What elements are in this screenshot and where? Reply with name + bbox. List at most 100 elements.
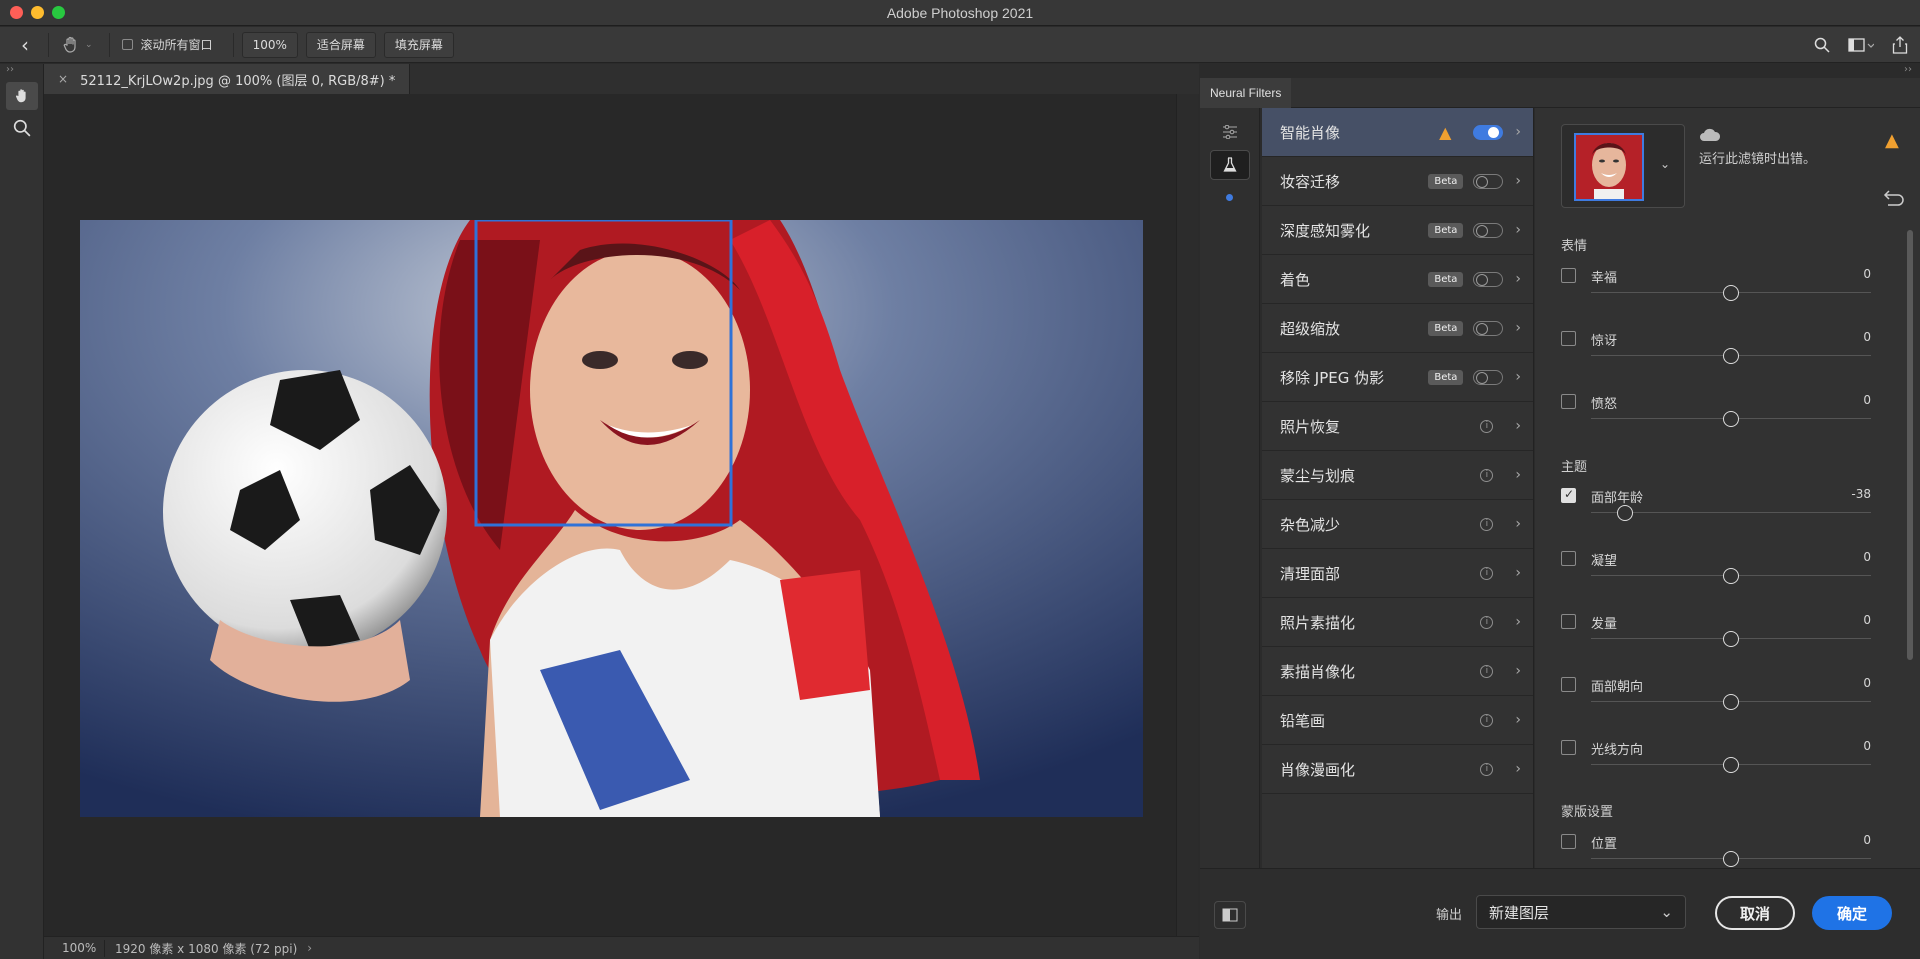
chevron-right-icon[interactable]: › xyxy=(1515,516,1521,532)
slider-knob[interactable] xyxy=(1723,631,1739,647)
chevron-right-icon[interactable]: › xyxy=(1515,565,1521,581)
chevron-right-icon[interactable]: › xyxy=(1515,369,1521,385)
filter-item-face-cleanup[interactable]: 清理面部 i › xyxy=(1262,549,1533,598)
chevron-right-icon[interactable]: › xyxy=(1515,418,1521,434)
slider-knob[interactable] xyxy=(1723,348,1739,364)
collapse-panel-icon[interactable]: ›› xyxy=(1904,64,1912,75)
chevron-right-icon[interactable]: › xyxy=(1515,614,1521,630)
slider-checkbox[interactable] xyxy=(1561,551,1576,566)
canvas-vertical-scrollbar[interactable] xyxy=(1176,94,1198,936)
face-selector[interactable]: ⌄ xyxy=(1561,124,1685,208)
slider-label: 光线方向 xyxy=(1591,743,1644,758)
zoom-tool-icon[interactable] xyxy=(6,114,38,142)
filter-item-dust-scratches[interactable]: 蒙尘与划痕 i › xyxy=(1262,451,1533,500)
search-icon[interactable] xyxy=(1814,37,1830,53)
hand-tool-icon[interactable] xyxy=(5,82,38,110)
info-icon[interactable]: i xyxy=(1480,517,1494,531)
checkbox-box[interactable] xyxy=(121,39,133,50)
filter-item-noise-reduction[interactable]: 杂色减少 i › xyxy=(1262,500,1533,549)
filter-item-pencil-artwork[interactable]: 铅笔画 i › xyxy=(1262,696,1533,745)
chevron-right-icon[interactable]: › xyxy=(1515,124,1521,140)
face-thumbnail[interactable] xyxy=(1574,133,1644,201)
filter-item-super-zoom[interactable]: 超级缩放 Beta › xyxy=(1262,304,1533,353)
slider-knob[interactable] xyxy=(1723,757,1739,773)
slider-checkbox[interactable] xyxy=(1561,740,1576,755)
slider-knob[interactable] xyxy=(1723,285,1739,301)
slider-checkbox[interactable] xyxy=(1561,487,1576,503)
slider-knob[interactable] xyxy=(1723,851,1739,867)
filter-toggle[interactable] xyxy=(1473,271,1504,287)
filter-item-sketch-to-portrait[interactable]: 素描肖像化 i › xyxy=(1262,647,1533,696)
info-icon[interactable]: i xyxy=(1480,713,1494,727)
document-tab[interactable]: × 52112_KrjLOw2p.jpg @ 100% (图层 0, RGB/8… xyxy=(44,64,411,94)
info-icon[interactable]: i xyxy=(1480,566,1494,580)
chevron-right-icon[interactable]: › xyxy=(1515,761,1521,777)
ok-button[interactable]: 确定 xyxy=(1812,896,1892,930)
canvas-area[interactable] xyxy=(44,94,1176,936)
filter-toggle[interactable] xyxy=(1473,320,1504,336)
info-icon[interactable]: i xyxy=(1480,468,1494,482)
chevron-right-icon[interactable]: › xyxy=(1515,320,1521,336)
fill-screen-button[interactable]: 填充屏幕 xyxy=(383,31,454,58)
show-original-button[interactable] xyxy=(1214,901,1246,929)
filter-item-face-to-caricature[interactable]: 肖像漫画化 i › xyxy=(1262,745,1533,794)
back-icon[interactable]: ‹ xyxy=(10,33,40,57)
zoom-100-button[interactable]: 100% xyxy=(241,31,298,58)
expand-toolbar-icon[interactable]: ›› xyxy=(0,64,43,78)
slider-checkbox[interactable] xyxy=(1561,677,1576,692)
all-filters-icon[interactable] xyxy=(1210,118,1250,146)
filter-toggle[interactable] xyxy=(1473,369,1504,385)
output-select[interactable]: 新建图层 ⌄ xyxy=(1476,895,1686,929)
slider-knob[interactable] xyxy=(1616,505,1633,521)
filter-item-makeup-transfer[interactable]: 妆容迁移 Beta › xyxy=(1262,157,1533,206)
chevron-right-icon[interactable]: › xyxy=(1515,271,1521,287)
chevron-right-icon[interactable]: › xyxy=(1515,173,1521,189)
info-icon[interactable]: i xyxy=(1480,664,1494,678)
document-tab-bar: × 52112_KrjLOw2p.jpg @ 100% (图层 0, RGB/8… xyxy=(44,64,1199,94)
filter-item-depth-haze[interactable]: 深度感知雾化 Beta › xyxy=(1262,206,1533,255)
info-icon[interactable]: i xyxy=(1480,419,1494,433)
info-icon[interactable]: i xyxy=(1480,615,1494,629)
filter-item-smart-portrait[interactable]: 智能肖像 ▲ › xyxy=(1262,108,1533,157)
status-zoom[interactable]: 100% xyxy=(44,941,104,955)
filter-item-colorize[interactable]: 着色 Beta › xyxy=(1262,255,1533,304)
reset-icon[interactable] xyxy=(1883,188,1905,208)
filter-item-photo-restoration[interactable]: 照片恢复 i › xyxy=(1262,402,1533,451)
beta-filters-icon[interactable] xyxy=(1209,150,1250,180)
slider-checkbox[interactable] xyxy=(1561,331,1576,346)
fit-screen-button[interactable]: 适合屏幕 xyxy=(305,31,376,58)
chevron-down-icon[interactable]: ⌄ xyxy=(1660,157,1670,171)
scroll-all-windows-checkbox[interactable]: 滚动所有窗口 xyxy=(121,36,213,53)
slider-checkbox[interactable] xyxy=(1561,394,1576,409)
filter-toggle[interactable] xyxy=(1473,124,1504,140)
info-icon[interactable]: i xyxy=(1480,762,1494,776)
filter-toggle[interactable] xyxy=(1473,173,1504,189)
share-icon[interactable] xyxy=(1892,35,1908,54)
slider-knob[interactable] xyxy=(1723,411,1739,427)
filter-item-photo-to-sketch[interactable]: 照片素描化 i › xyxy=(1262,598,1533,647)
document-image[interactable] xyxy=(80,220,1143,817)
slider-track[interactable] xyxy=(1591,512,1871,513)
close-tab-icon[interactable]: × xyxy=(58,72,68,86)
hand-tool-preset-icon[interactable]: ⌄ xyxy=(61,35,93,55)
chevron-right-icon[interactable]: › xyxy=(1515,467,1521,483)
neural-filters-tab[interactable]: Neural Filters xyxy=(1200,78,1292,108)
filter-item-jpeg-artifacts[interactable]: 移除 JPEG 伪影 Beta › xyxy=(1262,353,1533,402)
slider-checkbox[interactable] xyxy=(1561,614,1576,629)
slider-knob[interactable] xyxy=(1723,568,1739,584)
minimize-window-button[interactable] xyxy=(31,6,44,19)
warning-icon: ▲ xyxy=(1885,130,1899,151)
slider-checkbox[interactable] xyxy=(1561,834,1576,849)
filter-toggle[interactable] xyxy=(1473,222,1504,238)
chevron-right-icon[interactable]: › xyxy=(1515,663,1521,679)
close-window-button[interactable] xyxy=(10,6,23,19)
slider-checkbox[interactable] xyxy=(1561,268,1576,283)
maximize-window-button[interactable] xyxy=(52,6,65,19)
chevron-right-icon[interactable]: › xyxy=(1515,222,1521,238)
settings-scrollbar[interactable] xyxy=(1907,230,1913,660)
chevron-right-icon[interactable]: › xyxy=(1515,712,1521,728)
slider-knob[interactable] xyxy=(1723,694,1739,710)
workspace-icon[interactable] xyxy=(1848,37,1874,53)
status-arrow-icon[interactable]: › xyxy=(307,941,312,955)
cancel-button[interactable]: 取消 xyxy=(1715,896,1795,930)
